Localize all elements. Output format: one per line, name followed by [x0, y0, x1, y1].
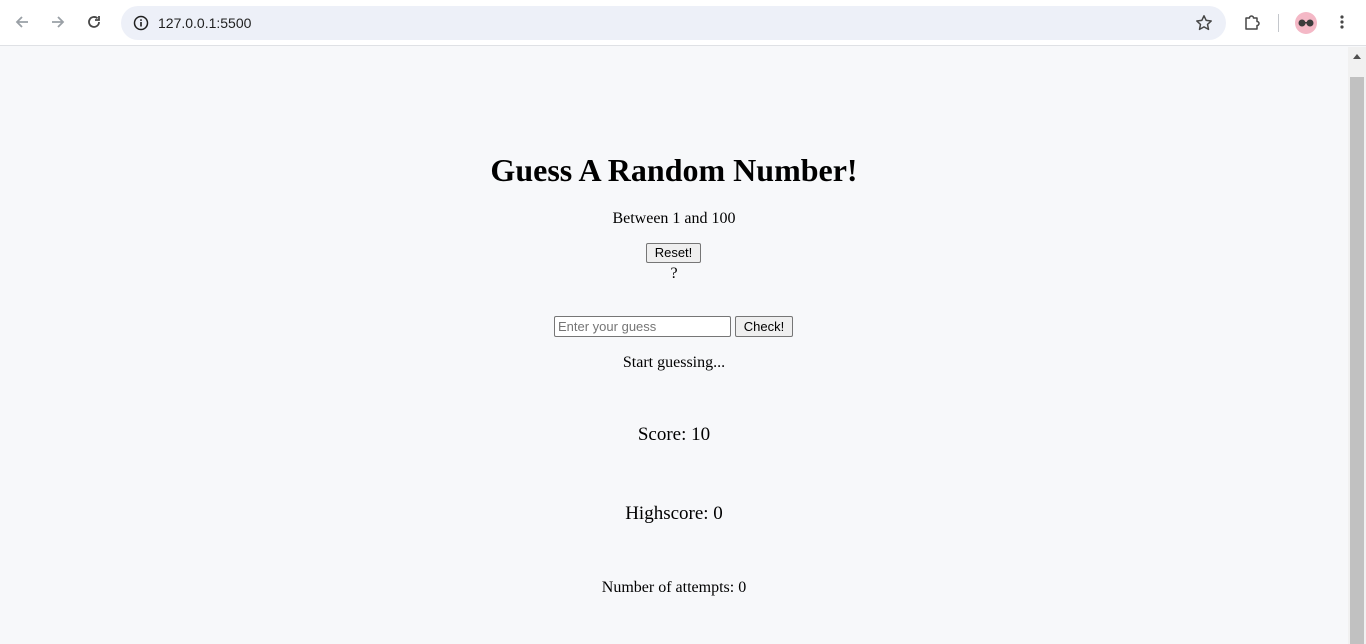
address-bar[interactable]: 127.0.0.1:5500 [121, 6, 1226, 40]
attempts-text: Number of attempts: 0 [601, 579, 747, 596]
scrollbar-thumb[interactable] [1350, 77, 1364, 644]
scroll-up-arrow-icon[interactable] [1348, 47, 1366, 65]
page-title: Guess A Random Number! [490, 152, 858, 188]
back-arrow-icon [15, 16, 28, 28]
forward-button[interactable] [43, 7, 73, 37]
range-text: Between 1 and 100 [612, 210, 736, 227]
page-viewport: Guess A Random Number! Between 1 and 100… [0, 47, 1348, 644]
url-text: 127.0.0.1:5500 [158, 15, 252, 31]
extensions-button[interactable] [1237, 7, 1267, 37]
guess-input[interactable] [554, 316, 731, 337]
toolbar-divider [1278, 14, 1279, 32]
browser-toolbar: 127.0.0.1:5500 [0, 0, 1366, 46]
back-button[interactable] [7, 7, 37, 37]
bookmark-star-icon[interactable] [1192, 11, 1216, 35]
check-button[interactable]: Check! [735, 316, 793, 337]
profile-glasses-icon [1298, 19, 1314, 27]
reload-button[interactable] [79, 7, 109, 37]
browser-menu-button[interactable] [1327, 7, 1357, 37]
score-text: Score: 10 [637, 424, 711, 445]
more-vert-icon [1340, 15, 1344, 29]
site-info-icon[interactable] [129, 11, 153, 35]
status-message: Start guessing... [622, 354, 726, 371]
forward-arrow-icon [52, 16, 65, 28]
reset-button[interactable]: Reset! [646, 243, 701, 263]
reload-icon [88, 16, 100, 28]
puzzle-icon [1245, 15, 1260, 30]
vertical-scrollbar[interactable] [1348, 47, 1366, 644]
mystery-number: ? [670, 265, 678, 282]
highscore-text: Highscore: 0 [625, 503, 723, 524]
profile-avatar[interactable] [1295, 12, 1317, 34]
